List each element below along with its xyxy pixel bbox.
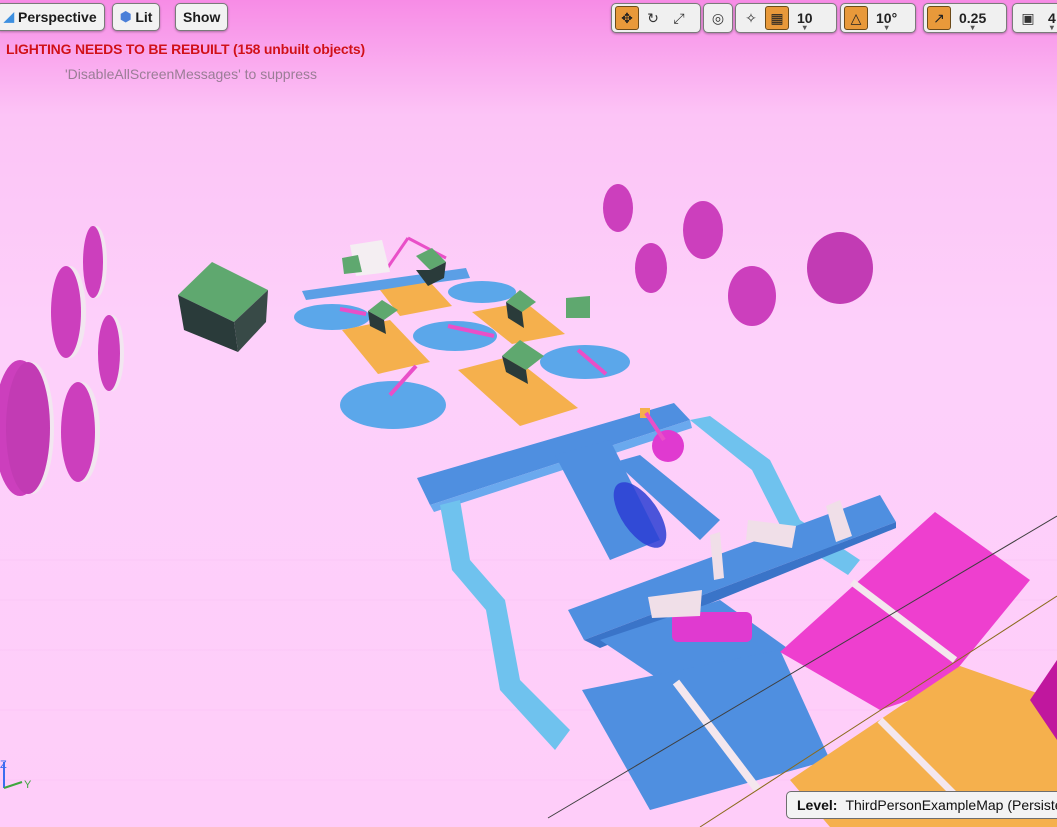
rotation-snap-icon[interactable]: △ xyxy=(844,6,868,30)
rotation-snap-value[interactable]: 10° xyxy=(870,10,903,26)
level-label: Level: xyxy=(797,797,838,813)
left-discs xyxy=(0,226,124,496)
globe-icon: ◎ xyxy=(711,9,725,26)
scale-snap-value[interactable]: 0.25 xyxy=(953,10,992,26)
rotation-snap-group: △ 10° xyxy=(840,3,916,33)
show-label: Show xyxy=(183,9,221,25)
translate-tool-icon[interactable]: ✥ xyxy=(615,6,639,30)
platform-cluster xyxy=(294,236,630,429)
scale-snap-icon[interactable]: ↗ xyxy=(927,6,951,30)
main-course xyxy=(417,403,896,810)
camera-speed-value: 4 xyxy=(1042,10,1057,26)
grid-snap-icon[interactable]: ▦ xyxy=(765,6,789,30)
camera-speed-icon: ▣ xyxy=(1021,9,1035,26)
rotate-tool-icon[interactable]: ↻ xyxy=(641,6,665,30)
lit-sphere-icon: ⬢ xyxy=(120,9,132,24)
perspective-button[interactable]: ◢ Perspective xyxy=(0,3,105,31)
surface-snap-icon[interactable]: ✧ xyxy=(739,6,763,30)
level-viewport[interactable]: ◢ Perspective ⬢ Lit Show ✥ ↻ ⤢ ◎ ✧ ▦ 10 … xyxy=(0,0,1057,827)
perspective-icon: ◢ xyxy=(4,9,14,24)
scene-render xyxy=(0,184,1057,827)
level-name: ThirdPersonExampleMap (Persistent) xyxy=(845,797,1057,813)
right-discs xyxy=(603,184,873,326)
axis-y-label: Y xyxy=(24,779,32,791)
transform-tools: ✥ ↻ ⤢ xyxy=(611,3,701,33)
scale-tool-icon[interactable]: ⤢ xyxy=(667,6,691,30)
suppress-hint: 'DisableAllScreenMessages' to suppress xyxy=(65,66,318,82)
green-cube-large xyxy=(178,262,268,352)
lit-label: Lit xyxy=(135,9,153,25)
perspective-label: Perspective xyxy=(18,9,97,25)
lighting-warning: LIGHTING NEEDS TO BE REBUILT (158 unbuil… xyxy=(6,41,365,57)
show-button[interactable]: Show xyxy=(175,3,229,31)
level-indicator: Level: ThirdPersonExampleMap (Persistent… xyxy=(786,791,1057,819)
lit-button[interactable]: ⬢ Lit xyxy=(112,3,161,31)
camera-speed-group[interactable]: ▣ 4 xyxy=(1012,3,1057,33)
axis-z-label: Z xyxy=(0,759,7,771)
world-local-toggle[interactable]: ◎ xyxy=(703,3,733,33)
grid-snap-group: ✧ ▦ 10 xyxy=(735,3,837,33)
grid-snap-value[interactable]: 10 xyxy=(791,10,819,26)
scale-snap-group: ↗ 0.25 xyxy=(923,3,1007,33)
axis-gizmo: Z Y xyxy=(0,759,32,791)
